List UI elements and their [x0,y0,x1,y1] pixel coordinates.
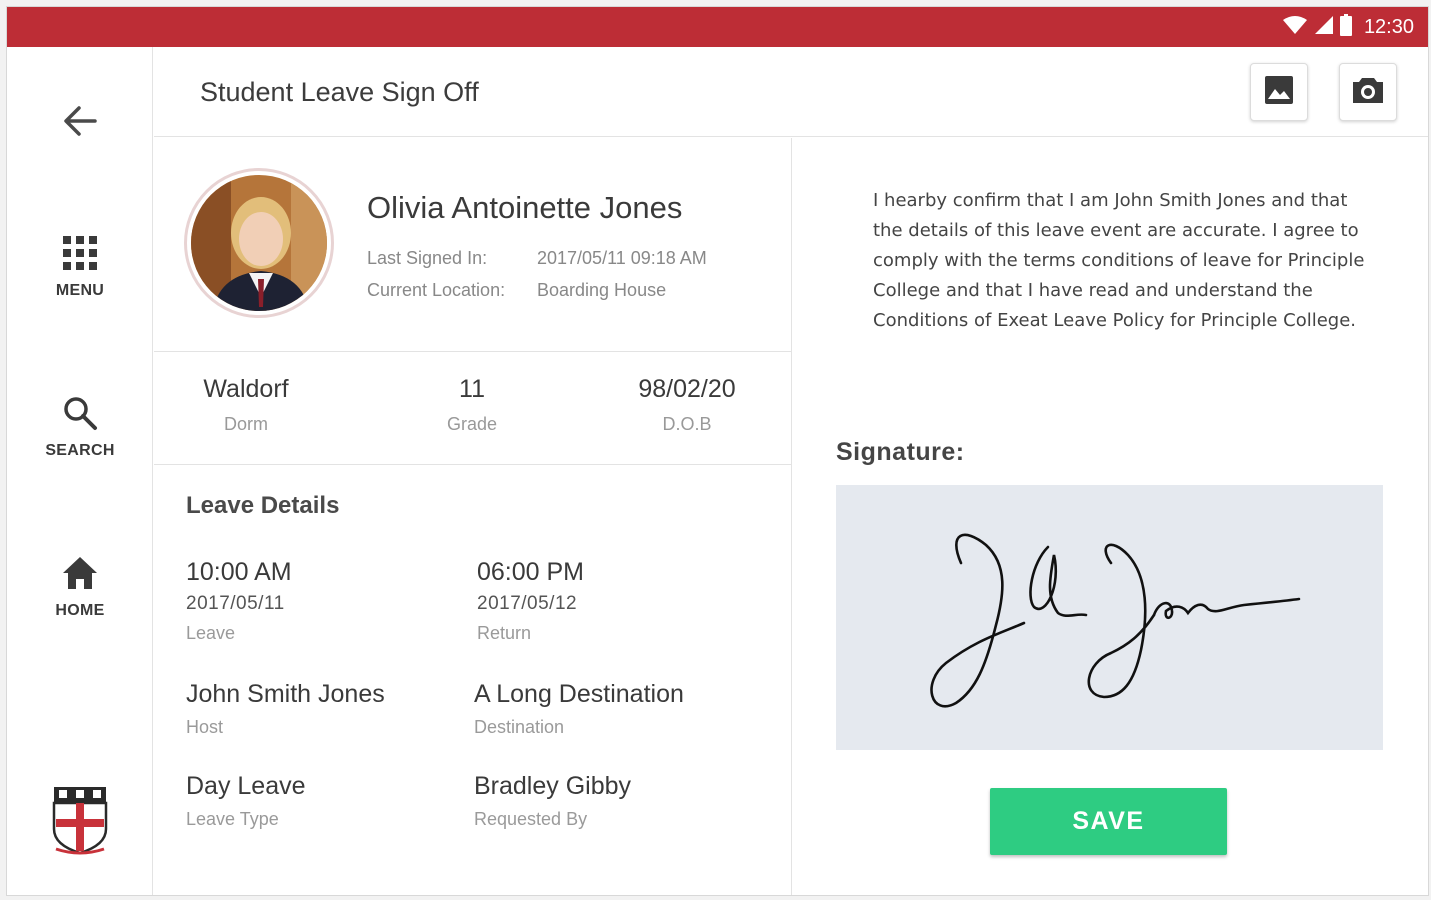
save-button[interactable]: SAVE [990,788,1227,855]
wifi-icon [1282,15,1308,40]
grade-label: Grade [446,414,498,434]
signature-label: Signature: [836,438,965,466]
status-time: 12:30 [1363,15,1414,38]
dorm-stat: Waldorf Dorm [146,375,346,435]
signature-stroke [930,533,1301,708]
dob-stat: 98/02/20 D.O.B [587,375,787,435]
sign-off-panel: I hearby confirm that I am John Smith Jo… [793,138,1428,895]
dorm-label: Dorm [224,414,268,434]
last-signed-in-row: Last Signed In: 2017/05/11 09:18 AM [367,248,707,269]
home-icon [61,557,99,595]
student-profile: Olivia Antoinette Jones Last Signed In: 2… [154,138,792,352]
page-title: Student Leave Sign Off [200,77,479,107]
sidebar-item-label: HOME [55,602,105,619]
signal-icon [1314,15,1334,40]
college-crest-logo [50,785,110,859]
leave-departure: 10:00 AM 2017/05/11 Leave [186,558,292,644]
destination-label: Destination [474,717,565,737]
dob-value: 98/02/20 [638,375,736,403]
leave-time: 10:00 AM [186,558,292,586]
status-icons: 12:30 [1282,13,1414,41]
student-name: Olivia Antoinette Jones [367,190,683,225]
requested-by-field: Bradley Gibby Requested By [474,772,631,830]
grid-menu-icon [62,236,98,275]
destination-field: A Long Destination Destination [474,680,684,738]
leave-type-field: Day Leave Leave Type [186,772,306,830]
sidebar-item-home[interactable]: HOME [7,555,153,620]
tablet-screen: 12:30 MENU SEARCH HOME Student Leave Sig… [6,6,1429,896]
leave-label: Leave [186,623,236,643]
current-location-label: Current Location: [367,280,506,300]
camera-button[interactable] [1339,63,1397,121]
leave-type-value: Day Leave [186,772,306,800]
student-avatar [184,168,334,318]
student-stats: Waldorf Dorm 11 Grade 98/02/20 D.O.B [154,353,792,465]
sidebar-item-menu[interactable]: MENU [7,235,153,300]
status-bar: 12:30 [7,7,1428,47]
requested-by-value: Bradley Gibby [474,772,632,800]
consent-text: I hearby confirm that I am John Smith Jo… [873,190,1365,331]
leave-return: 06:00 PM 2017/05/12 Return [477,558,584,644]
back-button[interactable] [7,105,153,142]
dorm-value: Waldorf [203,375,289,403]
last-signed-in-label: Last Signed In: [367,248,488,268]
leave-details-title: Leave Details [186,492,340,519]
student-details-panel: Olivia Antoinette Jones Last Signed In: 2… [154,138,792,895]
destination-value: A Long Destination [474,680,684,708]
host-value: John Smith Jones [186,680,385,708]
search-icon [62,397,98,435]
grade-value: 11 [459,375,485,403]
gallery-button[interactable] [1250,63,1308,121]
dob-label: D.O.B [662,414,712,434]
sidebar-item-label: MENU [55,282,105,299]
signature-pad[interactable] [836,485,1383,750]
return-time: 06:00 PM [477,558,585,586]
host-label: Host [186,717,224,737]
camera-icon [1351,75,1385,110]
back-arrow-icon [62,106,98,141]
battery-icon [1339,13,1352,41]
sidebar-item-search[interactable]: SEARCH [7,395,153,460]
grade-stat: 11 Grade [372,375,572,435]
leave-type-label: Leave Type [186,809,279,829]
image-icon [1264,75,1294,110]
return-date: 2017/05/12 [477,593,578,614]
host-field: John Smith Jones Host [186,680,385,738]
requested-by-label: Requested By [474,809,588,829]
top-bar: Student Leave Sign Off [154,47,1428,137]
current-location-value: Boarding House [537,280,667,300]
sidebar: MENU SEARCH HOME [7,47,153,895]
leave-details: Leave Details 10:00 AM 2017/05/11 Leave … [154,466,792,895]
leave-date: 2017/05/11 [186,593,285,614]
last-signed-in-value: 2017/05/11 09:18 AM [537,248,707,268]
current-location-row: Current Location: Boarding House [367,280,666,301]
return-label: Return [477,623,532,643]
sidebar-item-label: SEARCH [45,442,115,459]
